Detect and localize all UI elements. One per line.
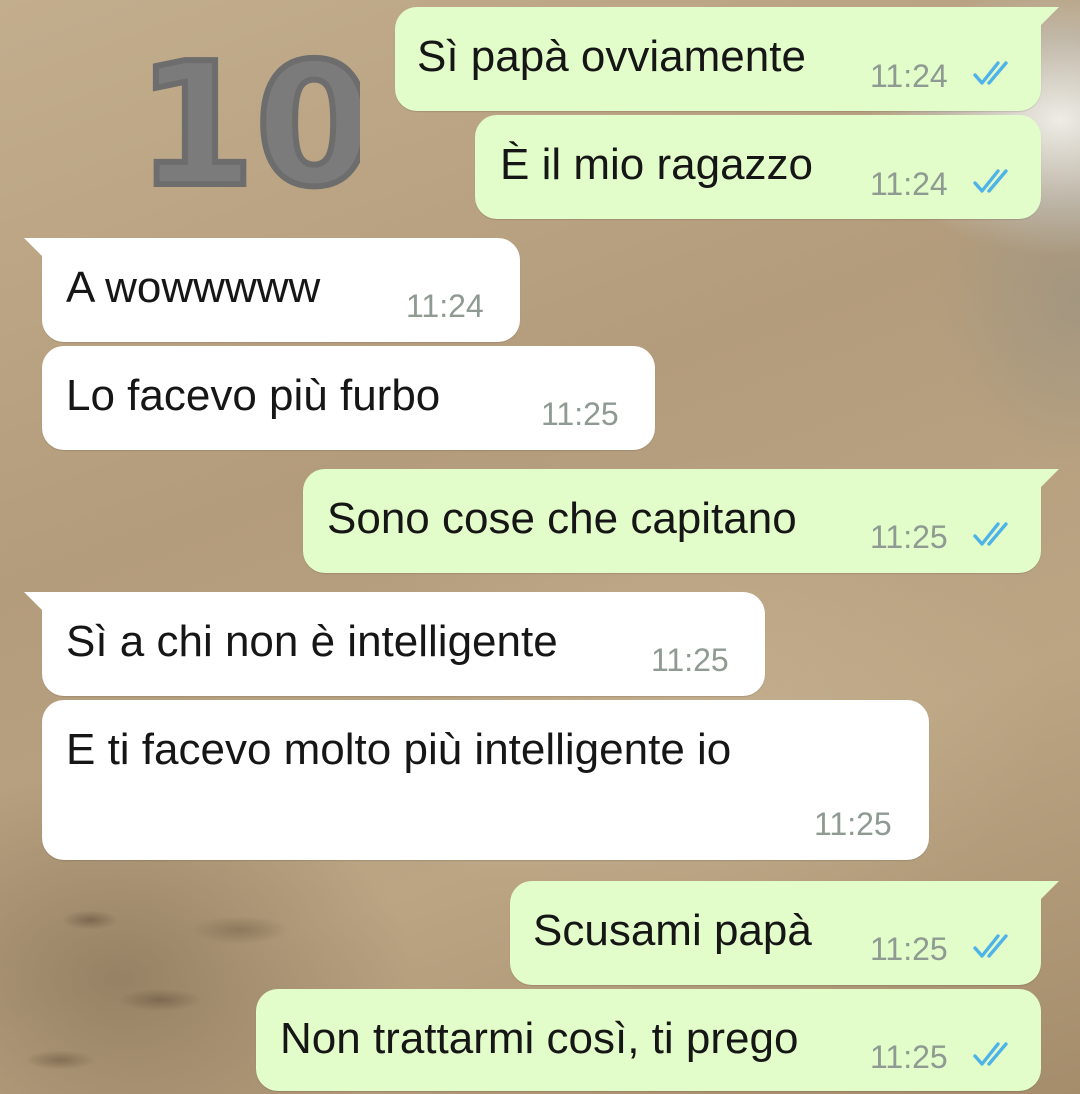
message-text: Lo facevo più furbo: [66, 371, 441, 420]
message-text: Scusami papà: [533, 906, 812, 955]
message-bubble-outgoing[interactable]: È il mio ragazzo 11:24: [475, 115, 1041, 219]
message-time: 11:24: [406, 288, 484, 324]
message-time: 11:24: [870, 166, 948, 202]
read-ticks-icon: [973, 522, 1008, 546]
read-ticks-icon: [973, 169, 1008, 193]
message-text: E ti facevo molto più intelligente io: [66, 725, 732, 774]
message-time: 11:25: [814, 806, 892, 842]
message-bubble-incoming[interactable]: A wowwwww 11:24: [24, 238, 520, 342]
message-text: È il mio ragazzo: [500, 140, 814, 189]
message-bubble-incoming[interactable]: Sì a chi non è intelligente 11:25: [24, 592, 765, 696]
number-sticker: 10: [150, 36, 360, 196]
sticker-text: 10: [150, 36, 360, 196]
message-text: Sì papà ovviamente: [417, 32, 806, 81]
message-bubble-incoming[interactable]: E ti facevo molto più intelligente io 11…: [42, 700, 929, 860]
read-ticks-icon: [973, 61, 1008, 85]
read-ticks-icon: [973, 1042, 1008, 1066]
message-text: Sì a chi non è intelligente: [66, 617, 558, 666]
message-time: 11:25: [651, 642, 729, 678]
message-bubble-outgoing[interactable]: Sì papà ovviamente 11:24: [395, 7, 1059, 111]
message-text: Non trattarmi così, ti prego: [280, 1014, 799, 1063]
message-bubble-outgoing[interactable]: Non trattarmi così, ti prego 11:25: [256, 989, 1041, 1091]
message-time: 11:25: [870, 1039, 948, 1075]
message-text: A wowwwww: [66, 263, 321, 312]
message-bubble-outgoing[interactable]: Scusami papà 11:25: [510, 881, 1059, 985]
message-time: 11:25: [870, 931, 948, 967]
message-time: 11:24: [870, 58, 948, 94]
message-bubble-outgoing[interactable]: Sono cose che capitano 11:25: [303, 469, 1059, 573]
message-text: Sono cose che capitano: [327, 494, 797, 543]
message-time: 11:25: [541, 396, 619, 432]
message-time: 11:25: [870, 519, 948, 555]
message-bubble-incoming[interactable]: Lo facevo più furbo 11:25: [42, 346, 655, 450]
read-ticks-icon: [973, 934, 1008, 958]
